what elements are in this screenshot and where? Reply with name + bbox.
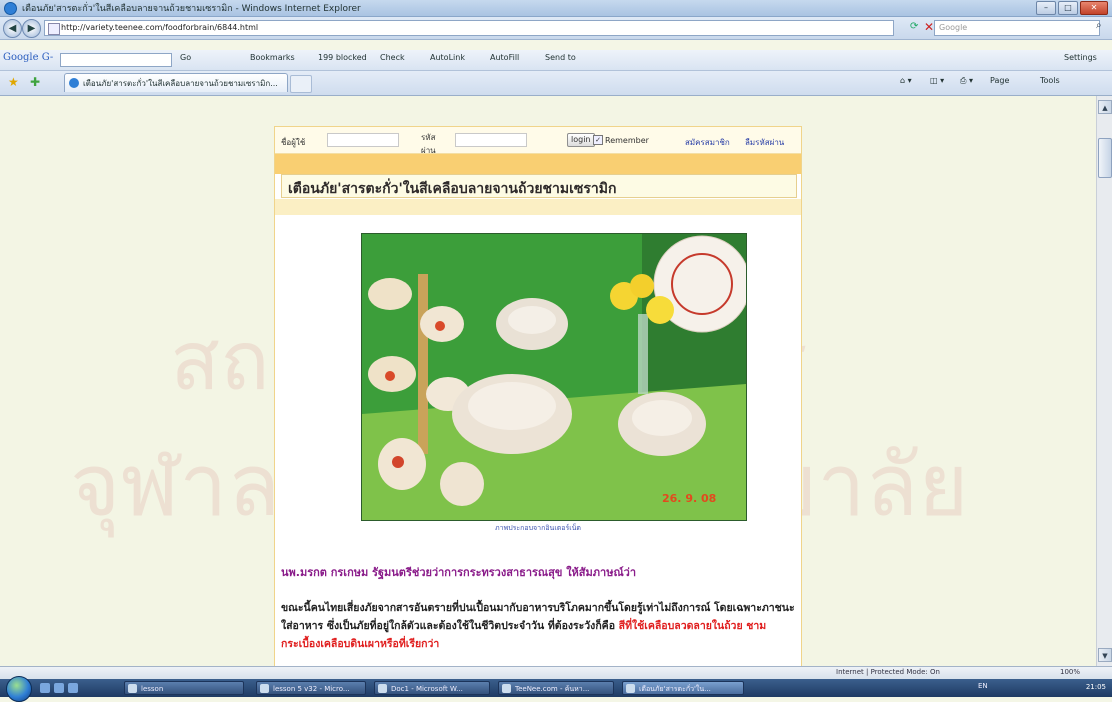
scroll-up-arrow-icon[interactable]: ▲ xyxy=(1098,100,1112,114)
taskbar: lesson lesson 5 v32 - Micro... Doc1 - Mi… xyxy=(0,676,1112,702)
status-bar: Internet | Protected Mode: On 100% xyxy=(0,666,1112,679)
print-icon[interactable]: ⎙ ▾ xyxy=(960,76,973,86)
taskbar-item[interactable]: lesson 5 v32 - Micro... xyxy=(256,681,366,695)
taskbar-item-label: TeeNee.com - ค้นหา... xyxy=(515,685,590,693)
new-tab-button[interactable] xyxy=(290,75,312,93)
taskbar-item-label: lesson xyxy=(141,685,164,693)
system-tray-language[interactable]: EN xyxy=(978,682,988,690)
article-card: ชื่อผู้ใช้ รหัสผ่าน login ✓ Remember สมั… xyxy=(274,126,802,666)
zoom-level[interactable]: 100% xyxy=(1060,668,1080,676)
sub-band xyxy=(275,199,801,215)
header-band xyxy=(275,154,801,174)
tab-bar: ★ ✚ เตือนภัย'สารตะกั่ว'ในสีเคลือบลายจานถ… xyxy=(0,71,1112,96)
autofill-button[interactable]: AutoFill xyxy=(490,53,519,62)
close-button[interactable]: ✕ xyxy=(1080,1,1108,15)
send-to-button[interactable]: Send to xyxy=(545,53,576,62)
photo-caption: ภาพประกอบจากอินเตอร์เน็ต xyxy=(495,524,581,532)
spell-check-button[interactable]: Check xyxy=(380,53,405,62)
taskbar-item[interactable]: Doc1 - Microsoft W... xyxy=(374,681,490,695)
settings-button[interactable]: Settings xyxy=(1064,53,1097,62)
url-input[interactable]: http://variety.teenee.com/foodforbrain/6… xyxy=(44,20,894,36)
article-photo: 26. 9. 08 xyxy=(361,233,747,521)
taskbar-item[interactable]: lesson xyxy=(124,681,244,695)
google-toolbar: Google G- Go Bookmarks 199 blocked Check… xyxy=(0,50,1112,71)
word-icon xyxy=(378,684,387,693)
svg-text:26. 9. 08: 26. 9. 08 xyxy=(662,492,716,505)
register-link[interactable]: สมัครสมาชิก xyxy=(685,136,730,149)
url-text: http://variety.teenee.com/foodforbrain/6… xyxy=(61,23,259,32)
forward-button[interactable]: ▶ xyxy=(22,19,41,38)
author-line: นพ.มรกต กรเกษม รัฐมนตรีช่วยว่าการกระทรวง… xyxy=(281,566,637,579)
window-title: เตือนภัย'สารตะกั่ว'ในสีเคลือบลายจานถ้วยช… xyxy=(22,4,361,14)
search-icon[interactable]: ⌕ xyxy=(1096,20,1102,31)
password-input[interactable] xyxy=(455,133,527,147)
article-headline: เตือนภัย'สารตะกั่ว'ในสีเคลือบลายจานถ้วยช… xyxy=(288,181,617,197)
start-button[interactable] xyxy=(6,676,32,702)
scroll-down-arrow-icon[interactable]: ▼ xyxy=(1098,648,1112,662)
remember-checkbox[interactable]: ✓ xyxy=(593,135,603,145)
minimize-button[interactable]: – xyxy=(1036,1,1056,15)
google-search-input[interactable] xyxy=(60,53,172,67)
folder-icon xyxy=(128,684,137,693)
quick-launch-icon[interactable] xyxy=(54,683,64,693)
add-favorites-icon[interactable]: ✚ xyxy=(30,75,40,89)
username-label: ชื่อผู้ใช้ xyxy=(281,138,306,147)
google-go-button[interactable]: Go xyxy=(180,53,191,62)
scroll-thumb[interactable] xyxy=(1098,138,1112,178)
window-titlebar: เตือนภัย'สารตะกั่ว'ในสีเคลือบลายจานถ้วยช… xyxy=(0,0,1112,17)
google-logo: Google G- xyxy=(3,52,54,63)
maximize-button[interactable]: □ xyxy=(1058,1,1078,15)
popup-blocked-button[interactable]: 199 blocked xyxy=(318,53,367,62)
quick-launch-icon[interactable] xyxy=(68,683,78,693)
refresh-icon[interactable]: ⟳ xyxy=(910,21,918,32)
username-input[interactable] xyxy=(327,133,399,147)
taskbar-item-active[interactable]: เตือนภัย'สารตะกั่ว'ใน... xyxy=(622,681,744,695)
login-bar: ชื่อผู้ใช้ รหัสผ่าน login ✓ Remember สมั… xyxy=(275,127,801,155)
login-button[interactable]: login xyxy=(567,133,595,147)
browser-icon xyxy=(626,684,635,693)
page-viewport: สถาบันวิทยบริการ จุฬาลงกรณ์มหาวิทยาลัย ช… xyxy=(0,96,1096,666)
feeds-icon[interactable]: ◫ ▾ xyxy=(930,76,944,85)
page-menu[interactable]: Page xyxy=(990,76,1009,85)
autolink-button[interactable]: AutoLink xyxy=(430,53,465,62)
taskbar-item-label: lesson 5 v32 - Micro... xyxy=(273,685,350,693)
clock[interactable]: 21:05 xyxy=(1086,683,1106,691)
back-button[interactable]: ◀ xyxy=(3,19,22,38)
taskbar-item-label: เตือนภัย'สารตะกั่ว'ใน... xyxy=(639,685,711,693)
headline-box: เตือนภัย'สารตะกั่ว'ในสีเคลือบลายจานถ้วยช… xyxy=(281,174,797,198)
ceramic-tableware-image: 26. 9. 08 xyxy=(362,234,746,520)
article-paragraph: ขณะนี้คนไทยเสี่ยงภัยจากสารอันตรายที่ปนเป… xyxy=(281,599,795,653)
vertical-scrollbar[interactable]: ▲ ▼ xyxy=(1096,96,1112,666)
quick-launch-icon[interactable] xyxy=(40,683,50,693)
tab-label: เตือนภัย'สารตะกั่ว'ในสีเคลือบลายจานถ้วยช… xyxy=(83,79,278,88)
tools-menu[interactable]: Tools xyxy=(1040,76,1060,85)
security-zone[interactable]: Internet | Protected Mode: On xyxy=(836,668,940,676)
window-controls: – □ ✕ xyxy=(1036,1,1108,15)
browser-icon xyxy=(502,684,511,693)
address-bar: ◀ ▶ http://variety.teenee.com/foodforbra… xyxy=(0,17,1112,40)
home-icon[interactable]: ⌂ ▾ xyxy=(900,76,912,85)
ie-logo-icon xyxy=(4,2,17,15)
favorites-star-icon[interactable]: ★ xyxy=(8,75,19,89)
bookmarks-button[interactable]: Bookmarks xyxy=(250,53,295,62)
tab-current-page[interactable]: เตือนภัย'สารตะกั่ว'ในสีเคลือบลายจานถ้วยช… xyxy=(64,73,288,92)
remember-label: Remember xyxy=(605,136,649,145)
search-input[interactable]: Google xyxy=(934,20,1100,36)
taskbar-item[interactable]: TeeNee.com - ค้นหา... xyxy=(498,681,614,695)
forgot-password-link[interactable]: ลืมรหัสผ่าน xyxy=(745,136,784,149)
page-icon xyxy=(48,23,60,35)
document-icon xyxy=(260,684,269,693)
tab-page-icon xyxy=(69,78,79,88)
taskbar-item-label: Doc1 - Microsoft W... xyxy=(391,685,463,693)
